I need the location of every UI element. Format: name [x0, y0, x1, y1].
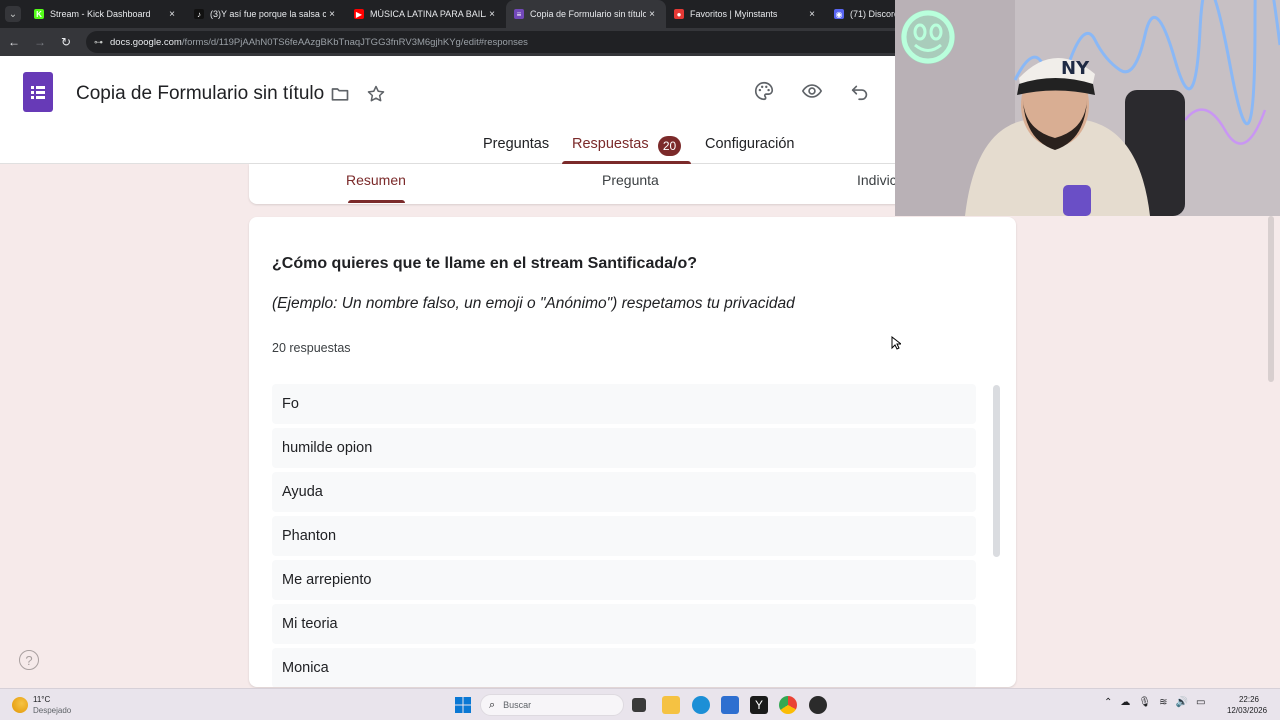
weather-moon-icon[interactable]	[12, 697, 28, 713]
weather-temperature[interactable]: 11°C	[33, 695, 50, 704]
question-summary-card: ¿Cómo quieres que te llame en el stream …	[249, 217, 1016, 687]
browser-tab-label: Favoritos | Myinstants	[690, 9, 778, 19]
response-count-label: 20 respuestas	[272, 341, 351, 355]
webcam-scene: NY	[895, 0, 1280, 216]
help-icon[interactable]: ?	[19, 650, 39, 670]
browser-tab[interactable]: ≡ Copia de Formulario sin título ×	[506, 0, 666, 28]
answer-row: Monica	[272, 648, 976, 687]
site-info-icon[interactable]: ⊶	[94, 37, 104, 47]
answers-list[interactable]: Fo humilde opion Ayuda Phanton Me arrepiento…	[272, 384, 976, 687]
answer-row: Phanton	[272, 516, 976, 556]
weather-description[interactable]: Despejado	[33, 706, 71, 715]
forward-button[interactable]: →	[28, 30, 52, 54]
page-scrollbar[interactable]	[1268, 216, 1274, 382]
microphone-icon[interactable]: 🎙	[1138, 697, 1151, 713]
tab-favicon-icon: K	[34, 9, 44, 19]
answer-row: Ayuda	[272, 472, 976, 512]
tab-preguntas[interactable]: Preguntas	[483, 136, 549, 152]
answer-row: Me arrepiento	[272, 560, 976, 600]
tab-configuracion[interactable]: Configuración	[705, 136, 794, 152]
star-icon[interactable]	[366, 84, 386, 104]
clock-time[interactable]: 22:26	[1239, 695, 1259, 704]
answer-row: humilde opion	[272, 428, 976, 468]
folder-icon[interactable]	[330, 84, 350, 104]
clock-date[interactable]: 12/03/2026	[1227, 706, 1267, 715]
browser-tab-label: Stream - Kick Dashboard	[50, 9, 151, 19]
app-recording-icon[interactable]	[809, 696, 827, 714]
neon-smiley-icon	[901, 10, 955, 64]
search-icon: ⌕	[489, 698, 496, 711]
wifi-icon[interactable]: ≋	[1159, 697, 1167, 713]
browser-tab-label: MÚSICA LATINA PARA BAILAR	[370, 9, 486, 19]
answers-scrollbar[interactable]	[993, 385, 1000, 557]
volume-icon[interactable]: 🔊	[1175, 697, 1187, 713]
search-placeholder: Buscar	[503, 700, 532, 710]
task-view-icon[interactable]	[632, 698, 646, 712]
windows-taskbar: 11°C Despejado ⌕ Buscar Y ⌃ ☁ 🎙 ≋ 🔊 ▭ 22…	[0, 688, 1280, 720]
battery-icon[interactable]: ▭	[1196, 697, 1205, 713]
responses-count-badge: 20	[658, 136, 681, 156]
preview-eye-icon[interactable]	[801, 80, 823, 102]
chevron-up-icon[interactable]: ⌃	[1104, 697, 1112, 713]
mouse-cursor-icon	[891, 336, 901, 350]
taskbar-search-input[interactable]: ⌕ Buscar	[480, 694, 624, 716]
browser-tab-label: (3)Y así fue porque la salsa cale	[210, 9, 326, 19]
form-title[interactable]: Copia de Formulario sin título	[76, 83, 324, 105]
tab-favicon-icon: ●	[674, 9, 684, 19]
tab-search-button[interactable]: ⌄	[0, 0, 26, 28]
cloud-sync-icon[interactable]: ☁	[1120, 697, 1130, 713]
browser-tab-label: Copia de Formulario sin título	[530, 9, 646, 19]
edge-browser-icon[interactable]	[692, 696, 710, 714]
back-button[interactable]: ←	[2, 30, 26, 54]
tab-favicon-icon: ◉	[834, 9, 844, 19]
close-tab-icon[interactable]: ×	[646, 9, 658, 20]
tab-favicon-icon: ♪	[194, 9, 204, 19]
question-description: (Ejemplo: Un nombre falso, un emoji o "A…	[272, 295, 795, 312]
system-tray: ⌃ ☁ 🎙 ≋ 🔊 ▭	[1104, 697, 1205, 713]
browser-tab[interactable]: ♪ (3)Y así fue porque la salsa cale×	[186, 0, 346, 28]
answer-row: Fo	[272, 384, 976, 424]
file-explorer-icon[interactable]	[662, 696, 680, 714]
close-tab-icon[interactable]: ×	[486, 9, 498, 20]
subtab-resumen[interactable]: Resumen	[346, 172, 406, 188]
question-title: ¿Cómo quieres que te llame en el stream …	[272, 255, 698, 272]
reload-button[interactable]: ↻	[54, 30, 78, 54]
palette-icon[interactable]	[753, 80, 775, 102]
subtab-pregunta[interactable]: Pregunta	[602, 172, 659, 188]
svg-text:NY: NY	[1061, 58, 1090, 79]
url-host: docs.google.com	[110, 36, 182, 48]
tab-favicon-icon: ≡	[514, 9, 524, 19]
google-forms-logo-icon[interactable]	[23, 72, 53, 112]
close-tab-icon[interactable]: ×	[326, 9, 338, 20]
microsoft-store-icon[interactable]	[721, 696, 739, 714]
url-path: /forms/d/119PjAAhN0TS6feAAzgBKbTnaqJTGG3…	[181, 36, 528, 48]
browser-tab[interactable]: K Stream - Kick Dashboard ×	[26, 0, 186, 28]
windows-start-icon[interactable]	[455, 697, 471, 713]
subtab-individual[interactable]: Indivic	[857, 172, 897, 188]
close-tab-icon[interactable]: ×	[166, 9, 178, 20]
browser-tab[interactable]: ● Favoritos | Myinstants ×	[666, 0, 826, 28]
browser-tab[interactable]: ▶ MÚSICA LATINA PARA BAILAR ×	[346, 0, 506, 28]
undo-icon[interactable]	[849, 80, 871, 102]
close-tab-icon[interactable]: ×	[806, 9, 818, 20]
tab-respuestas[interactable]: Respuestas	[572, 136, 649, 152]
chrome-browser-icon[interactable]	[779, 696, 797, 714]
answer-row: Mi teoria	[272, 604, 976, 644]
chevron-down-icon: ⌄	[5, 6, 21, 22]
webcam-overlay: NY	[895, 0, 1280, 216]
app-y-icon[interactable]: Y	[750, 696, 768, 714]
active-subtab-indicator	[348, 200, 405, 203]
tab-favicon-icon: ▶	[354, 9, 364, 19]
